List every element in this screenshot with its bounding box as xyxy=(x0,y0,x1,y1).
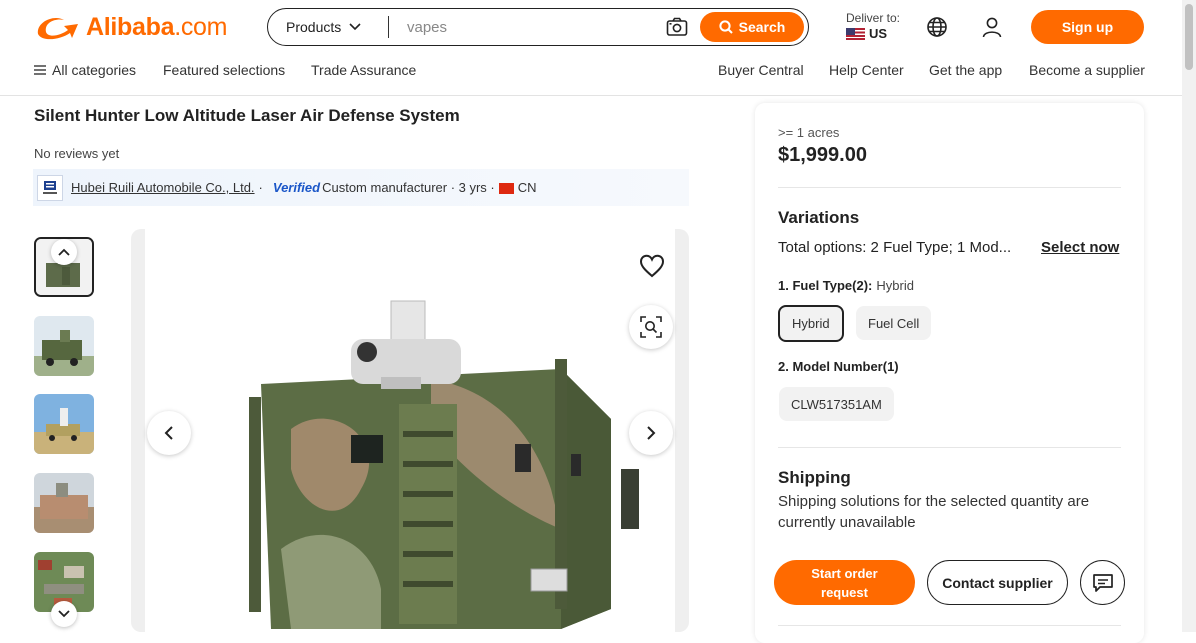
panel-divider xyxy=(778,187,1121,188)
user-icon[interactable] xyxy=(981,16,1003,38)
chevron-up-icon xyxy=(58,248,70,256)
us-flag-icon xyxy=(846,27,865,40)
product-thumbnail-2[interactable] xyxy=(34,316,94,376)
panel-divider xyxy=(778,447,1121,448)
all-categories-link[interactable]: All categories xyxy=(34,62,136,78)
alibaba-logo-icon xyxy=(37,17,78,40)
product-title: Silent Hunter Low Altitude Laser Air Def… xyxy=(34,106,460,125)
nav-become-supplier[interactable]: Become a supplier xyxy=(1029,62,1145,78)
price: $1,999.00 xyxy=(778,144,867,166)
product-thumbnail-3[interactable] xyxy=(34,394,94,454)
deliver-country: US xyxy=(869,26,888,41)
search-input[interactable]: vapes xyxy=(389,19,666,36)
cn-flag-icon xyxy=(498,183,514,194)
chat-icon xyxy=(1092,573,1113,592)
model-number-option[interactable]: CLW517351AM xyxy=(779,387,894,421)
nav-featured-selections[interactable]: Featured selections xyxy=(163,62,285,78)
shipping-message: Shipping solutions for the selected quan… xyxy=(778,493,1090,531)
chat-button[interactable] xyxy=(1080,560,1125,605)
chevron-down-icon xyxy=(58,610,70,618)
favorite-button[interactable] xyxy=(630,244,674,288)
verified-badge[interactable]: Verified xyxy=(273,180,320,195)
fuel-type-option-hybrid[interactable]: Hybrid xyxy=(778,305,844,342)
menu-icon xyxy=(34,65,46,75)
deliver-label: Deliver to: xyxy=(846,11,901,25)
supplier-bar: Hubei Ruili Automobile Co., Ltd. · Verif… xyxy=(33,169,689,206)
header-divider xyxy=(0,95,1182,96)
search-category-label: Products xyxy=(286,19,342,35)
scrollbar-track[interactable] xyxy=(1182,0,1196,632)
product-thumbnail-4[interactable] xyxy=(34,473,94,533)
model-number-heading: 2. Model Number(1) xyxy=(778,359,899,374)
chevron-left-icon xyxy=(164,426,173,440)
fuel-type-heading: 1. Fuel Type(2): Hybrid xyxy=(778,278,914,293)
supplier-logo[interactable] xyxy=(37,174,63,201)
chevron-right-icon xyxy=(647,426,656,440)
start-order-label-2: request xyxy=(821,584,868,600)
reviews-status: No reviews yet xyxy=(34,146,120,161)
thumbnail-image-3 xyxy=(34,394,94,454)
search-category-dropdown[interactable]: Products xyxy=(268,19,388,35)
supplier-logo-icon xyxy=(43,180,57,194)
nav-trade-assurance[interactable]: Trade Assurance xyxy=(311,62,416,78)
main-product-image[interactable] xyxy=(131,229,689,632)
zoom-icon xyxy=(640,316,662,338)
supplier-details: Custom manufacturer · 3 yrs · xyxy=(322,180,495,195)
panel-divider xyxy=(778,625,1121,626)
supplier-country: CN xyxy=(517,180,537,195)
next-image-button[interactable] xyxy=(629,411,673,455)
thumbnail-image-2 xyxy=(34,316,94,376)
nav-all-categories: All categories xyxy=(52,62,137,78)
variations-total-options: Total options: 2 Fuel Type; 1 Mod... xyxy=(778,239,1012,256)
start-order-request-button[interactable]: Start order request xyxy=(774,560,915,605)
fuel-type-option-fuel-cell[interactable]: Fuel Cell xyxy=(856,306,932,340)
shipping-heading: Shipping xyxy=(778,468,851,487)
fuel-type-label: 1. Fuel Type(2): xyxy=(778,278,873,293)
search-button-label: Search xyxy=(738,19,786,35)
zoom-image-button[interactable] xyxy=(629,305,673,349)
thumbnail-image-4 xyxy=(34,473,94,533)
nav-get-the-app[interactable]: Get the app xyxy=(929,62,1002,78)
nav-help-center[interactable]: Help Center xyxy=(829,62,904,78)
thumbnails-scroll-down[interactable] xyxy=(51,601,77,627)
nav-buyer-central[interactable]: Buyer Central xyxy=(718,62,804,78)
signup-button[interactable]: Sign up xyxy=(1031,10,1144,44)
fuel-type-selected: Hybrid xyxy=(876,278,914,293)
min-order-quantity: >= 1 acres xyxy=(778,125,840,140)
previous-image-button[interactable] xyxy=(147,411,191,455)
heart-icon xyxy=(639,254,665,278)
select-now-link[interactable]: Select now xyxy=(1041,239,1119,256)
contact-supplier-button[interactable]: Contact supplier xyxy=(927,560,1068,605)
chevron-down-icon xyxy=(349,23,361,31)
deliver-to[interactable]: Deliver to: US xyxy=(846,11,900,41)
logo-text: Alibaba xyxy=(86,12,175,41)
variations-heading: Variations xyxy=(778,208,860,227)
thumbnails-scroll-up[interactable] xyxy=(51,239,77,265)
supplier-name-link[interactable]: Hubei Ruili Automobile Co., Ltd. xyxy=(71,180,255,195)
camera-search-icon[interactable] xyxy=(666,17,688,37)
logo-suffix: .com xyxy=(174,12,228,41)
product-photo xyxy=(145,229,675,632)
alibaba-logo[interactable]: Alibaba.com xyxy=(34,10,227,44)
globe-icon[interactable] xyxy=(926,16,948,38)
search-button[interactable]: Search xyxy=(700,12,804,42)
start-order-label-1: Start order xyxy=(811,565,878,581)
scrollbar-thumb[interactable] xyxy=(1185,4,1193,70)
search-icon xyxy=(719,20,733,34)
search-bar: Products vapes Search xyxy=(267,8,809,46)
